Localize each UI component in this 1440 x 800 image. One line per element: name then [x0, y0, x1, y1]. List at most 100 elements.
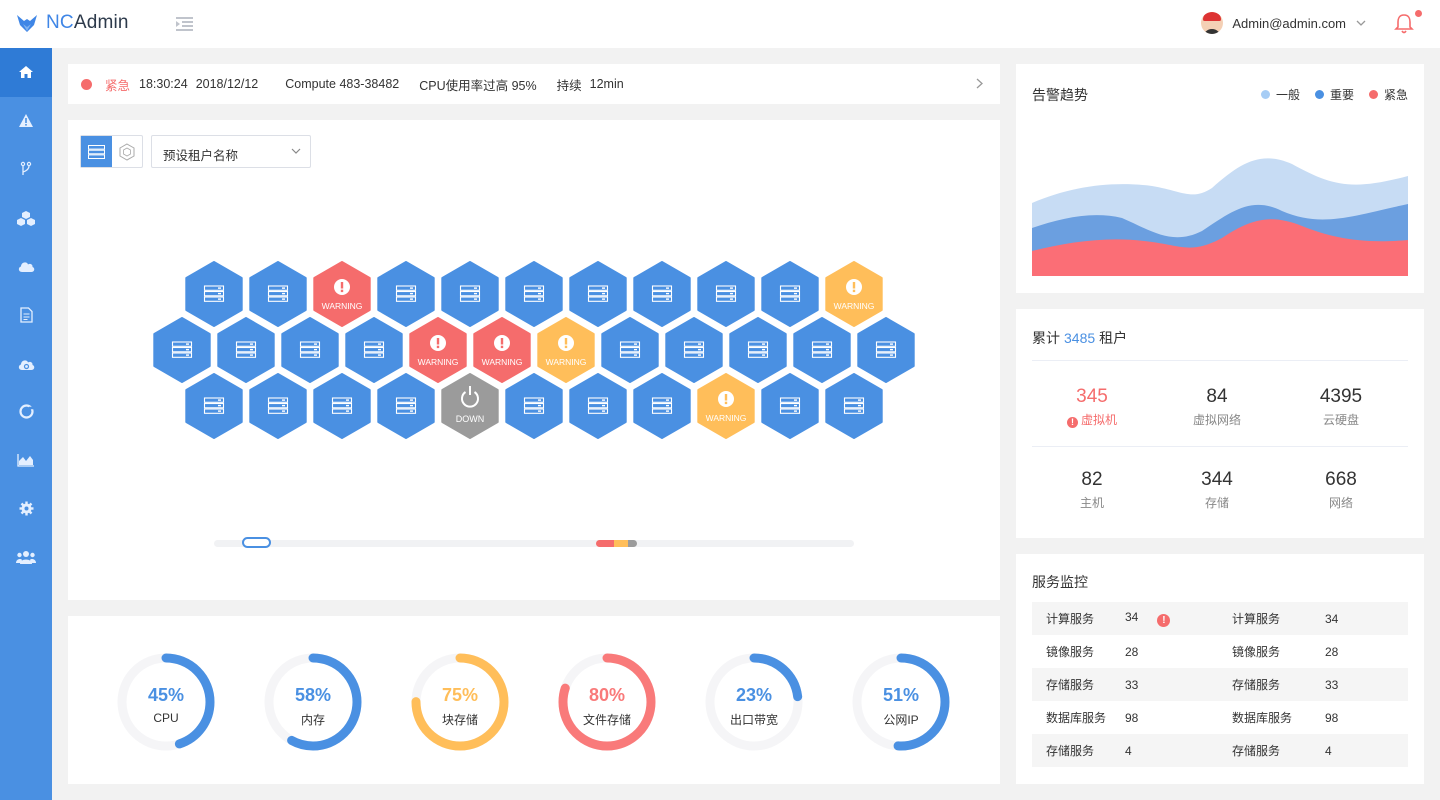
sidebar-item-cloud-sync[interactable] — [0, 339, 52, 388]
host-hex[interactable] — [569, 261, 627, 327]
menu-toggle-icon[interactable] — [176, 17, 193, 36]
host-hex[interactable] — [825, 373, 883, 439]
alert-banner[interactable]: 紧急 18:30:24 2018/12/12 Compute 483-38482… — [68, 64, 1000, 104]
alert-message: CPU使用率过高 95% — [419, 78, 537, 93]
bell-icon[interactable] — [1394, 13, 1414, 40]
alert-icon-dot — [724, 401, 728, 405]
host-hex-down[interactable]: DOWN — [441, 373, 499, 439]
sidebar-item-refresh[interactable] — [0, 388, 52, 437]
sidebar-item-resources[interactable] — [0, 194, 52, 243]
host-hex[interactable] — [665, 317, 723, 383]
legend-item[interactable]: 紧急 — [1368, 86, 1408, 103]
host-hex-warning[interactable]: WARNING — [473, 317, 531, 383]
sidebar-item-alerts[interactable] — [0, 97, 52, 146]
view-toggle — [80, 135, 143, 168]
host-hex[interactable] — [313, 373, 371, 439]
sidebar-item-home[interactable] — [0, 48, 52, 97]
host-hex[interactable] — [281, 317, 339, 383]
host-hex-grid: WARNING WARNING WARNING WARNING WARNING DOWN W… — [153, 261, 915, 439]
stat-vnet[interactable]: 84 虚拟网络 — [1155, 386, 1279, 428]
sidebar-item-network[interactable] — [0, 145, 52, 194]
alert-icon-bar — [436, 338, 440, 345]
alert-dot — [81, 78, 92, 90]
list-view-button[interactable] — [81, 136, 112, 167]
host-hex[interactable] — [697, 261, 755, 327]
map-scrollbar[interactable] — [214, 537, 854, 548]
table-row[interactable]: 存储服务 4 存储服务 4 — [1032, 734, 1408, 767]
host-hex[interactable] — [729, 317, 787, 383]
stat-host[interactable]: 82 主机 — [1030, 469, 1154, 511]
sidebar-item-users[interactable] — [0, 533, 52, 582]
host-hex[interactable] — [633, 261, 691, 327]
host-hex[interactable] — [217, 317, 275, 383]
host-hex[interactable] — [505, 373, 563, 439]
tenant-total: 累计 3485 租户 — [1032, 330, 1128, 346]
user-menu[interactable]: Admin@admin.com — [1201, 12, 1366, 34]
tenant-select[interactable]: 预设租户名称 — [151, 135, 311, 168]
host-hex[interactable] — [441, 261, 499, 327]
alert-date: 2018/12/12 — [195, 77, 259, 91]
sidebar-item-settings[interactable] — [0, 485, 52, 534]
warning-icon — [19, 114, 33, 128]
host-status-label: WARNING — [706, 413, 747, 423]
host-hex[interactable] — [345, 317, 403, 383]
gauge-label: 块存储 — [441, 713, 478, 727]
host-status-label: WARNING — [546, 357, 587, 367]
alert-duration-label: 持续 — [556, 78, 582, 93]
host-hex[interactable] — [505, 261, 563, 327]
trend-area-chart — [1032, 158, 1408, 276]
host-hex-warning[interactable]: WARNING — [537, 317, 595, 383]
alert-icon-bar — [500, 338, 504, 345]
gauge-label: 出口带宽 — [729, 713, 778, 727]
sidebar — [0, 48, 52, 800]
host-hex[interactable] — [377, 373, 435, 439]
host-hex[interactable] — [377, 261, 435, 327]
gauge-file-storage: 80% 文件存储 — [557, 652, 657, 752]
host-hex[interactable] — [761, 373, 819, 439]
stat-disk[interactable]: 4395 云硬盘 — [1279, 386, 1403, 428]
host-hex-warning[interactable]: WARNING — [825, 261, 883, 327]
table-row[interactable]: 计算服务 34! 计算服务 34 — [1032, 602, 1408, 635]
host-hex-warning[interactable]: WARNING — [697, 373, 755, 439]
stat-network[interactable]: 668 网络 — [1279, 469, 1403, 511]
alert-host: Compute 483-38482 — [285, 77, 400, 91]
gauge-value: 23% — [735, 685, 773, 705]
host-hex[interactable] — [633, 373, 691, 439]
host-hex[interactable] — [185, 261, 243, 327]
notification-dot — [1415, 10, 1422, 17]
host-hex[interactable] — [249, 261, 307, 327]
host-hex[interactable] — [569, 373, 627, 439]
table-row[interactable]: 镜像服务 28 镜像服务 28 — [1032, 635, 1408, 668]
tenant-summary-panel: 累计 3485 租户 345 ! 虚拟机 84 虚拟网络 4395 云硬盘 82 主机… — [1016, 309, 1424, 538]
alert-icon-bar — [564, 338, 568, 345]
gauge-label: 内存 — [300, 713, 325, 727]
sidebar-item-documents[interactable] — [0, 291, 52, 340]
alert-icon: ! — [1066, 416, 1078, 428]
legend-dot — [1368, 90, 1378, 99]
host-hex[interactable] — [857, 317, 915, 383]
table-row[interactable]: 数据库服务 98 数据库服务 98 — [1032, 701, 1408, 734]
gear-icon — [19, 501, 33, 516]
host-hex-warning[interactable]: WARNING — [409, 317, 467, 383]
tenant-select-value: 预设租户名称 — [163, 149, 239, 163]
stat-storage[interactable]: 344 存储 — [1155, 469, 1279, 511]
host-hex[interactable] — [793, 317, 851, 383]
host-hex-warning[interactable]: WARNING — [313, 261, 371, 327]
sidebar-item-analytics[interactable] — [0, 436, 52, 485]
legend-item[interactable]: 重要 — [1314, 86, 1354, 103]
table-row[interactable]: 存储服务 33 存储服务 33 — [1032, 668, 1408, 701]
chevron-right-icon[interactable] — [976, 78, 983, 89]
host-hex[interactable] — [185, 373, 243, 439]
host-hex[interactable] — [153, 317, 211, 383]
host-hex[interactable] — [601, 317, 659, 383]
host-hex[interactable] — [761, 261, 819, 327]
stat-vm[interactable]: 345 ! 虚拟机 — [1030, 386, 1154, 428]
user-email: Admin@admin.com — [1232, 15, 1346, 31]
host-hex[interactable] — [249, 373, 307, 439]
sidebar-item-cloud[interactable] — [0, 242, 52, 291]
host-map-panel: 预设租户名称 WARNING WARNING WARNING WARNING WARNI… — [68, 120, 1000, 600]
scroll-thumb[interactable] — [242, 537, 271, 548]
hex-view-button[interactable] — [112, 136, 143, 167]
logo[interactable]: NCAdmin — [16, 12, 129, 34]
legend-item[interactable]: 一般 — [1260, 86, 1300, 103]
